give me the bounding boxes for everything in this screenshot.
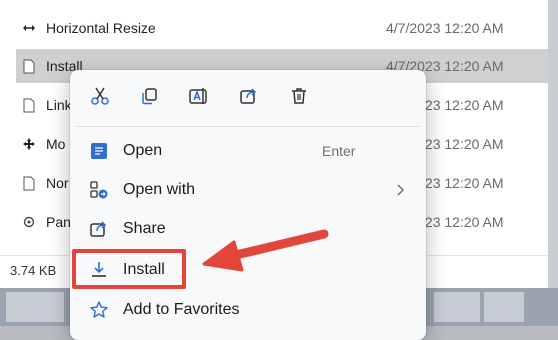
- menu-item-label: Install: [123, 261, 165, 278]
- share-icon[interactable]: [235, 82, 263, 110]
- file-name: Link: [46, 97, 72, 113]
- file-name: Pan: [46, 214, 71, 230]
- star-icon: [88, 299, 110, 321]
- window-edge: [548, 0, 558, 288]
- file-name: Mo: [46, 136, 66, 152]
- menu-item-install[interactable]: Install: [76, 251, 420, 289]
- menu-item-label: Open with: [123, 181, 196, 198]
- resize-icon: [16, 23, 42, 33]
- file-icon: [16, 98, 42, 113]
- desktop-screenshot: Horizontal Resize 4/7/2023 12:20 AM Inst…: [0, 0, 558, 340]
- menu-item-open-with[interactable]: Open with: [76, 171, 420, 209]
- pan-icon: [16, 216, 42, 228]
- menu-item-label: Add to Favorites: [123, 301, 240, 318]
- file-icon: [16, 59, 42, 74]
- cut-icon[interactable]: [86, 82, 114, 110]
- share-icon: [88, 218, 110, 240]
- taskbar-segment: [484, 292, 524, 322]
- open-with-icon: [88, 179, 110, 201]
- menu-item-open[interactable]: Open Enter: [76, 132, 420, 170]
- context-menu: Open Enter Open with Share Install Add t…: [70, 70, 426, 340]
- menu-item-share[interactable]: Share: [76, 210, 420, 248]
- move-icon: [16, 138, 42, 150]
- chevron-right-icon: [394, 183, 406, 197]
- menu-item-label: Share: [123, 220, 166, 237]
- selected-size: 3.74 KB: [10, 263, 57, 278]
- menu-item-label: Open: [123, 142, 163, 159]
- file-date: 4/7/2023 12:20 AM: [386, 20, 504, 36]
- taskbar-segment: [6, 292, 64, 322]
- menu-separator: [76, 126, 420, 127]
- file-name: Nor: [46, 175, 69, 191]
- copy-icon[interactable]: [135, 82, 163, 110]
- rename-icon[interactable]: [185, 82, 213, 110]
- delete-icon[interactable]: [285, 82, 313, 110]
- file-row-horizontal-resize[interactable]: Horizontal Resize 4/7/2023 12:20 AM: [16, 11, 548, 45]
- open-icon: [88, 140, 110, 162]
- menu-item-shortcut: Enter: [322, 143, 356, 159]
- file-name: Horizontal Resize: [46, 20, 156, 36]
- taskbar-segment: [434, 292, 480, 322]
- file-icon: [16, 176, 42, 191]
- install-icon: [88, 259, 110, 281]
- menu-item-add-to-favorites[interactable]: Add to Favorites: [76, 291, 420, 329]
- quick-actions-bar: [70, 70, 426, 122]
